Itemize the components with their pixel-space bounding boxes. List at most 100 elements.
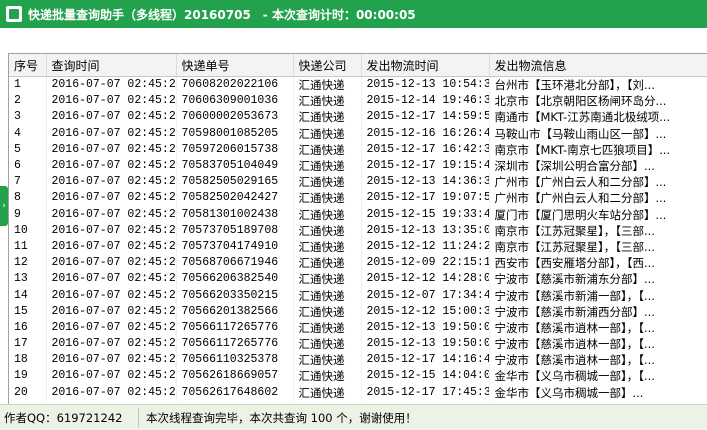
cell-courier: 汇通快递 xyxy=(293,336,362,353)
cell-ship-time: 2015-12-12 14:28:05 xyxy=(361,271,490,288)
cell-index: 4 xyxy=(9,125,47,142)
cell-index: 10 xyxy=(9,222,47,239)
column-header-tracking-number[interactable]: 快递单号 xyxy=(176,54,294,77)
cell-ship-info: 宁波市【慈溪市新浦东分部】... xyxy=(489,271,707,288)
table-row[interactable]: 10 2016-07-07 02:45:26 70573705189708 汇通快递 2… xyxy=(9,222,707,239)
table-row[interactable]: 11 2016-07-07 02:45:26 70573704174910 汇通快递 2… xyxy=(9,238,707,256)
table-row[interactable]: 5 2016-07-07 02:45:25 70597206015738 汇通快递 20… xyxy=(9,141,707,158)
cell-courier: 汇通快递 xyxy=(293,319,362,336)
table-row[interactable]: 9 2016-07-07 02:45:26 70581301002438 汇通快递 20… xyxy=(9,206,707,223)
cell-ship-info: 金华市【义乌市稠城一部】，【... xyxy=(489,368,707,385)
cell-ship-time: 2015-12-09 22:15:11 xyxy=(361,255,490,272)
cell-ship-info: 宁波市【慈溪市逍林一部】，【... xyxy=(489,352,707,369)
app-icon xyxy=(6,6,22,22)
table-row[interactable]: 18 2016-07-07 02:45:26 70566110325378 汇通快递 2… xyxy=(9,352,707,369)
cell-query-time: 2016-07-07 02:45:25 xyxy=(46,157,177,175)
cell-tracking-number: 70562618669057 xyxy=(176,368,294,385)
cell-tracking-number: 70583705104049 xyxy=(176,157,294,175)
cell-ship-time: 2015-12-17 19:07:53 xyxy=(361,190,490,207)
table-row[interactable]: 8 2016-07-07 02:45:26 70582502042427 汇通快递 20… xyxy=(9,190,707,207)
cell-ship-time: 2015-12-16 16:26:46 xyxy=(361,125,490,142)
column-header-query-time[interactable]: 查询时间 xyxy=(46,54,177,77)
cell-ship-info: 宁波市【慈溪市新浦西分部】... xyxy=(489,303,707,320)
cell-courier: 汇通快递 xyxy=(293,384,362,401)
cell-courier: 汇通快递 xyxy=(293,303,362,320)
cell-courier: 汇通快递 xyxy=(293,287,362,304)
results-grid[interactable]: 序号 查询时间 快递单号 快递公司 发出物流时间 发出物流信息 1 2016-07… xyxy=(8,53,707,404)
cell-index: 17 xyxy=(9,336,47,353)
cell-tracking-number: 70562617648602 xyxy=(176,384,294,401)
table-row[interactable]: 20 2016-07-07 02:45:26 70562617648602 汇通快递 2… xyxy=(9,384,707,401)
cell-index: 15 xyxy=(9,303,47,320)
table-row[interactable]: 2 2016-07-07 02:45:25 70606309001036 汇通快递 20… xyxy=(9,93,707,110)
column-header-courier[interactable]: 快递公司 xyxy=(293,54,362,77)
status-bar: 作者QQ：619721242 本次线程查询完毕，本次共查询 100 个，谢谢使用… xyxy=(0,404,707,430)
window-title: 快递批量查询助手（多线程）20160705 - 本次查询计时：00:00:05 xyxy=(28,7,416,22)
cell-ship-info: 宁波市【慈溪市逍林一部】，【... xyxy=(489,336,707,353)
cell-query-time: 2016-07-07 02:45:26 xyxy=(46,384,177,401)
author-qq: 作者QQ：619721242 xyxy=(4,411,123,425)
cell-index: 20 xyxy=(9,384,47,401)
table-row[interactable]: 17 2016-07-07 02:45:26 70566117265776 汇通快递 2… xyxy=(9,336,707,353)
table-row[interactable]: 7 2016-07-07 02:45:26 70582505029165 汇通快递 20… xyxy=(9,174,707,191)
cell-index: 7 xyxy=(9,174,47,191)
side-expand-handle[interactable]: › xyxy=(0,186,8,226)
cell-ship-time: 2015-12-17 14:16:40 xyxy=(361,352,490,369)
table-row[interactable]: 1 2016-07-07 02:45:25 70608202022106 汇通快递 20… xyxy=(9,76,707,94)
cell-query-time: 2016-07-07 02:45:26 xyxy=(46,206,177,223)
main-area: 序号 查询时间 快递单号 快递公司 发出物流时间 发出物流信息 1 2016-07… xyxy=(0,28,707,404)
table-row[interactable]: 19 2016-07-07 02:45:26 70562618669057 汇通快递 2… xyxy=(9,368,707,385)
cell-index: 19 xyxy=(9,368,47,385)
cell-ship-info: 广州市【广州白云人和二分部】... xyxy=(489,190,707,207)
cell-query-time: 2016-07-07 02:45:25 xyxy=(46,125,177,142)
cell-courier: 汇通快递 xyxy=(293,141,362,158)
table-row[interactable]: 13 2016-07-07 02:45:26 70566206382540 汇通快递 2… xyxy=(9,271,707,288)
column-header-ship-time[interactable]: 发出物流时间 xyxy=(361,54,490,77)
table-row[interactable]: 4 2016-07-07 02:45:25 70598001085205 汇通快递 20… xyxy=(9,125,707,142)
cell-courier: 汇通快递 xyxy=(293,190,362,207)
cell-index: 2 xyxy=(9,93,47,110)
cell-query-time: 2016-07-07 02:45:26 xyxy=(46,368,177,385)
cell-courier: 汇通快递 xyxy=(293,238,362,256)
cell-query-time: 2016-07-07 02:45:26 xyxy=(46,238,177,256)
table-row[interactable]: 15 2016-07-07 02:45:26 70566201382566 汇通快递 2… xyxy=(9,303,707,320)
cell-ship-time: 2015-12-15 19:33:45 xyxy=(361,206,490,223)
cell-ship-time: 2015-12-07 17:34:47 xyxy=(361,287,490,304)
cell-courier: 汇通快递 xyxy=(293,255,362,272)
table-row[interactable]: 3 2016-07-07 02:45:25 70600002053673 汇通快递 20… xyxy=(9,109,707,126)
cell-query-time: 2016-07-07 02:45:26 xyxy=(46,255,177,272)
cell-tracking-number: 70566201382566 xyxy=(176,303,294,320)
cell-ship-time: 2015-12-14 19:46:33 xyxy=(361,93,490,110)
cell-index: 1 xyxy=(9,76,47,94)
cell-ship-time: 2015-12-13 10:54:39 xyxy=(361,76,490,94)
cell-ship-time: 2015-12-13 13:35:07 xyxy=(361,222,490,239)
table-row[interactable]: 12 2016-07-07 02:45:26 70568706671946 汇通快递 2… xyxy=(9,255,707,272)
cell-query-time: 2016-07-07 02:45:26 xyxy=(46,336,177,353)
cell-tracking-number: 70573704174910 xyxy=(176,238,294,256)
cell-ship-info: 南京市【江苏冠聚星】，【三部... xyxy=(489,238,707,256)
table-row[interactable]: 14 2016-07-07 02:45:26 70566203350215 汇通快递 2… xyxy=(9,287,707,304)
cell-tracking-number: 70597206015738 xyxy=(176,141,294,158)
cell-query-time: 2016-07-07 02:45:26 xyxy=(46,352,177,369)
table-row[interactable]: 6 2016-07-07 02:45:25 70583705104049 汇通快递 20… xyxy=(9,157,707,175)
cell-index: 12 xyxy=(9,255,47,272)
cell-courier: 汇通快递 xyxy=(293,174,362,191)
cell-index: 6 xyxy=(9,157,47,175)
cell-courier: 汇通快递 xyxy=(293,157,362,175)
cell-query-time: 2016-07-07 02:45:25 xyxy=(46,109,177,126)
cell-index: 5 xyxy=(9,141,47,158)
title-bar: 快递批量查询助手（多线程）20160705 - 本次查询计时：00:00:05 xyxy=(0,0,707,28)
cell-ship-info: 西安市【西安雁塔分部】，【西... xyxy=(489,255,707,272)
column-header-index[interactable]: 序号 xyxy=(9,54,47,77)
cell-ship-time: 2015-12-13 14:36:38 xyxy=(361,174,490,191)
cell-ship-info: 南通市【MKT-江苏南通北极绒项... xyxy=(489,109,707,126)
cell-tracking-number: 70566110325378 xyxy=(176,352,294,369)
cell-ship-info: 厦门市【厦门思明火车站分部】... xyxy=(489,206,707,223)
cell-ship-info: 南京市【江苏冠聚星】，【三部... xyxy=(489,222,707,239)
cell-ship-time: 2015-12-17 17:45:30 xyxy=(361,384,490,401)
cell-ship-time: 2015-12-17 19:15:40 xyxy=(361,157,490,175)
table-row[interactable]: 16 2016-07-07 02:45:26 70566117265776 汇通快递 2… xyxy=(9,319,707,336)
column-header-ship-info[interactable]: 发出物流信息 xyxy=(489,54,707,77)
cell-index: 18 xyxy=(9,352,47,369)
cell-tracking-number: 70566206382540 xyxy=(176,271,294,288)
